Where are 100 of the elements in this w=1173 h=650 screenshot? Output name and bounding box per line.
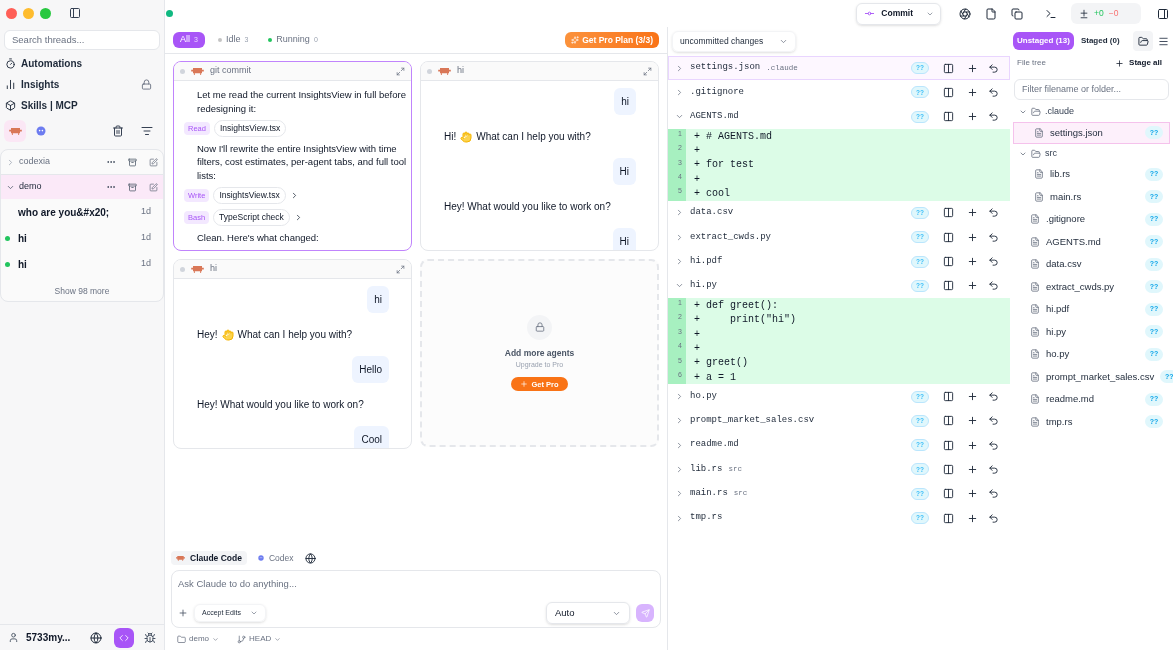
expand-icon[interactable] [643,66,652,76]
close-button[interactable] [6,7,17,19]
stage-icon[interactable] [967,439,978,451]
file-icon [1030,259,1040,270]
tree-label: File tree [1017,57,1046,69]
archive-icon[interactable] [128,182,137,192]
nav-item[interactable]: Skills | MCP [0,95,164,116]
agent-card[interactable]: hi hi Hey! What can I help you with? Hello Hey! What would you like to work on? Cool [173,259,412,449]
revert-icon[interactable] [988,439,999,451]
split-view-icon[interactable] [943,256,954,268]
code-line: + cool [693,187,730,202]
expand-icon[interactable] [396,66,405,76]
split-view-icon[interactable] [943,62,954,74]
browser-icon[interactable] [959,7,971,20]
stage-icon[interactable] [967,111,978,123]
revert-icon[interactable] [988,512,999,524]
revert-icon[interactable] [988,391,999,402]
folder-view-button[interactable] [1133,31,1153,51]
prompt-input[interactable]: Ask Claude to do anything... [172,571,660,592]
panel-toggle-icon[interactable] [1157,7,1169,20]
stage-tab[interactable]: Unstaged (13) [1013,32,1074,50]
revert-icon[interactable] [988,207,999,219]
agent-tab[interactable]: Codex [252,551,299,565]
revert-icon[interactable] [988,62,999,74]
revert-icon[interactable] [988,256,999,268]
agent-tab[interactable] [4,120,26,142]
search-field[interactable]: Search threads... [4,29,160,50]
filter-icon[interactable] [141,125,153,137]
split-view-icon[interactable] [943,280,954,292]
user-bubble: Cool [354,426,389,448]
stage-tab[interactable]: Staged (0) [1076,32,1124,50]
copy-icon[interactable] [1011,7,1023,20]
folder-item[interactable]: src [1013,144,1170,163]
stage-icon[interactable] [967,62,978,74]
agent-tab[interactable]: Claude Code [171,551,247,565]
stage-icon[interactable] [967,488,978,500]
show-more-link[interactable]: Show 98 more [1,283,163,300]
thread-item[interactable]: who are you&#x20; 1d [1,199,163,225]
revert-icon[interactable] [988,231,999,243]
trash-icon[interactable] [112,125,124,137]
code-button[interactable] [114,627,134,648]
agent-card[interactable] [173,61,412,251]
revert-icon[interactable] [988,415,999,427]
user-name[interactable]: 5733my... [26,630,71,645]
globe-icon[interactable] [304,552,316,564]
nav-item[interactable]: Insights [0,74,164,95]
thread-time: 1d [141,231,151,245]
scope-select[interactable]: uncommitted changes [672,31,796,52]
file-icon [1030,416,1040,427]
split-view-icon[interactable] [943,207,954,219]
split-view-icon[interactable] [943,512,954,524]
project-row[interactable]: demo [1,175,163,199]
revert-icon[interactable] [988,280,999,292]
thread-item[interactable]: hi 1d [1,251,163,277]
stage-icon[interactable] [967,231,978,243]
model-select[interactable]: Auto [546,602,630,624]
bug-icon[interactable] [144,631,156,644]
user-bubble: hi [614,88,636,115]
stage-icon[interactable] [967,256,978,268]
sidebar-toggle-icon[interactable] [69,7,81,19]
nav-item[interactable]: Automations [0,53,164,74]
branch-select[interactable]: HEAD [237,633,282,645]
menu-icon[interactable] [1158,35,1169,47]
thread-item[interactable]: hi 1d [1,225,163,251]
commit-button[interactable]: Commit [857,3,920,24]
folder-item[interactable]: .claude [1013,102,1170,122]
file-icon [1030,281,1040,292]
stage-icon[interactable] [967,280,978,292]
folder-select[interactable]: demo [177,633,219,645]
expand-icon[interactable] [396,264,405,274]
revert-icon[interactable] [988,488,999,500]
project-row[interactable]: codexia [1,150,163,174]
split-view-icon[interactable] [943,439,954,451]
plus-icon[interactable] [178,608,188,618]
revert-icon[interactable] [988,111,999,123]
split-view-icon[interactable] [943,111,954,123]
stage-icon[interactable] [967,463,978,475]
stage-icon[interactable] [967,207,978,219]
stage-all-button[interactable]: Stage all [1115,57,1162,69]
stage-icon[interactable] [967,391,978,402]
revert-icon[interactable] [988,86,999,98]
split-view-icon[interactable] [943,391,954,402]
split-view-icon[interactable] [943,86,954,98]
agent-card[interactable]: hi hi Hi! What can I help you with? Hi Hey! What would you like to work on? Hi [420,61,659,251]
archive-icon[interactable] [128,157,137,167]
stage-icon[interactable] [967,512,978,524]
card-title: hi [210,262,217,276]
stage-icon[interactable] [967,415,978,427]
stage-icon[interactable] [967,86,978,98]
file-icon[interactable] [985,7,997,20]
terminal-icon[interactable] [1045,7,1057,20]
globe-icon[interactable] [90,631,102,644]
revert-icon[interactable] [988,463,999,475]
split-view-icon[interactable] [943,488,954,500]
split-view-icon[interactable] [943,463,954,475]
filter-field[interactable]: Filter filename or folder... [1014,78,1169,100]
split-view-icon[interactable] [943,415,954,427]
split-view-icon[interactable] [943,231,954,243]
file-icon [1034,169,1044,180]
message-text: Clean. Here's what changed: [196,230,320,245]
